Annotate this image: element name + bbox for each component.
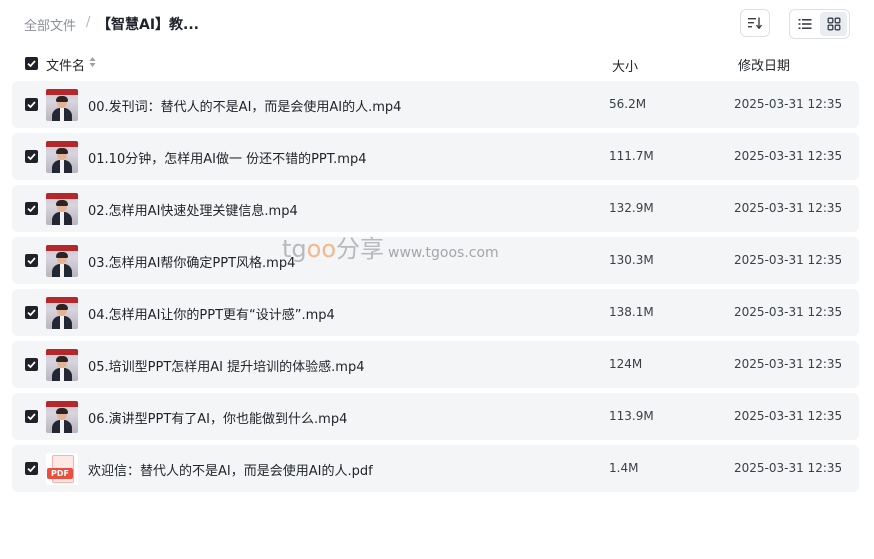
file-row[interactable]: 06.演讲型PPT有了AI，你也能做到什么.mp4 113.9M 2025-03-3… <box>12 393 859 440</box>
watermark-brand: tgoo分享 <box>282 235 385 263</box>
file-size: 56.2M <box>609 97 647 111</box>
video-thumbnail <box>46 245 78 277</box>
file-modified-date: 2025-03-31 12:35 <box>734 149 843 163</box>
watermark: tgoo分享 www.tgoos.com <box>282 229 499 264</box>
column-header-size: 大小 <box>612 60 639 75</box>
breadcrumb-separator: / <box>86 15 91 30</box>
column-header-date: 修改日期 <box>738 59 791 74</box>
file-modified-date: 2025-03-31 12:35 <box>734 97 843 111</box>
watermark-url: www.tgoos.com <box>388 245 499 261</box>
file-name[interactable]: 01.10分钟，怎样用AI做一 份还不错的PPT.mp4 <box>88 148 366 167</box>
file-name[interactable]: 02.怎样用AI快速处理关键信息.mp4 <box>88 200 298 219</box>
file-name[interactable]: 05.培训型PPT怎样用AI 提升培训的体验感.mp4 <box>88 356 364 375</box>
breadcrumb-root[interactable]: 全部文件 <box>24 15 76 34</box>
video-thumbnail <box>46 349 78 381</box>
file-modified-date: 2025-03-31 12:35 <box>734 305 843 319</box>
row-checkbox[interactable] <box>25 358 38 371</box>
file-modified-date: 2025-03-31 12:35 <box>734 201 843 215</box>
breadcrumb-current-folder: 【智慧AI】教... <box>97 17 199 33</box>
list-view-icon <box>798 19 812 29</box>
list-view-button[interactable] <box>792 12 818 36</box>
file-name[interactable]: 04.怎样用AI让你的PPT更有“设计感”.mp4 <box>88 304 335 323</box>
sort-icon <box>748 17 762 29</box>
checkmark-icon <box>27 257 36 265</box>
checkmark-icon <box>27 309 36 317</box>
grid-view-icon <box>827 17 840 31</box>
checkmark-icon <box>27 101 36 109</box>
row-checkbox[interactable] <box>25 306 38 319</box>
file-row[interactable]: 01.10分钟，怎样用AI做一 份还不错的PPT.mp4 111.7M 2025-0… <box>12 133 859 180</box>
sort-button[interactable] <box>740 9 770 37</box>
file-size: 132.9M <box>609 201 654 215</box>
select-all-checkbox[interactable] <box>25 57 38 70</box>
file-size: 130.3M <box>609 253 654 267</box>
row-checkbox[interactable] <box>25 150 38 163</box>
file-modified-date: 2025-03-31 12:35 <box>734 409 843 423</box>
checkmark-icon <box>27 153 36 161</box>
row-checkbox[interactable] <box>25 462 38 475</box>
file-name[interactable]: 03.怎样用AI帮你确定PPT风格.mp4 <box>88 252 295 271</box>
row-checkbox[interactable] <box>25 254 38 267</box>
file-list-header: 文件名 大小 修改日期 <box>0 52 874 76</box>
video-thumbnail <box>46 297 78 329</box>
file-size: 113.9M <box>609 409 654 423</box>
video-thumbnail <box>46 141 78 173</box>
view-toggle <box>789 9 850 39</box>
row-checkbox[interactable] <box>25 202 38 215</box>
file-size: 111.7M <box>609 149 654 163</box>
checkmark-icon <box>27 413 36 421</box>
file-size: 138.1M <box>609 305 654 319</box>
file-size: 1.4M <box>609 461 639 475</box>
pdf-label: PDF <box>47 468 73 479</box>
sort-toggle-icon[interactable] <box>89 56 96 68</box>
file-row[interactable]: 05.培训型PPT怎样用AI 提升培训的体验感.mp4 124M 2025-03-3… <box>12 341 859 388</box>
grid-view-button[interactable] <box>820 12 847 36</box>
video-thumbnail <box>46 89 78 121</box>
checkmark-icon <box>27 465 36 473</box>
file-row[interactable]: 00.发刊词：替代人的不是AI，而是会使用AI的人.mp4 56.2M 2025-0… <box>12 81 859 128</box>
file-modified-date: 2025-03-31 12:35 <box>734 461 843 475</box>
video-thumbnail <box>46 193 78 225</box>
row-checkbox[interactable] <box>25 98 38 111</box>
video-thumbnail <box>46 401 78 433</box>
checkmark-icon <box>27 205 36 213</box>
top-bar: 全部文件 / 【智慧AI】教... <box>0 0 874 48</box>
checkmark-icon <box>27 361 36 369</box>
file-name[interactable]: 06.演讲型PPT有了AI，你也能做到什么.mp4 <box>88 408 347 427</box>
file-row[interactable]: 04.怎样用AI让你的PPT更有“设计感”.mp4 138.1M 2025-03-3… <box>12 289 859 336</box>
file-name[interactable]: 00.发刊词：替代人的不是AI，而是会使用AI的人.mp4 <box>88 96 401 115</box>
pdf-file-icon: PDF <box>46 453 78 485</box>
file-modified-date: 2025-03-31 12:35 <box>734 357 843 371</box>
file-size: 124M <box>609 357 643 371</box>
file-row[interactable]: 02.怎样用AI快速处理关键信息.mp4 132.9M 2025-03-31 12:… <box>12 185 859 232</box>
checkmark-icon <box>27 60 36 68</box>
column-header-name[interactable]: 文件名 <box>46 55 85 74</box>
file-row[interactable]: PDF 欢迎信：替代人的不是AI，而是会使用AI的人.pdf 1.4M 2025-03… <box>12 445 859 492</box>
row-checkbox[interactable] <box>25 410 38 423</box>
file-name[interactable]: 欢迎信：替代人的不是AI，而是会使用AI的人.pdf <box>88 460 373 479</box>
file-modified-date: 2025-03-31 12:35 <box>734 253 843 267</box>
